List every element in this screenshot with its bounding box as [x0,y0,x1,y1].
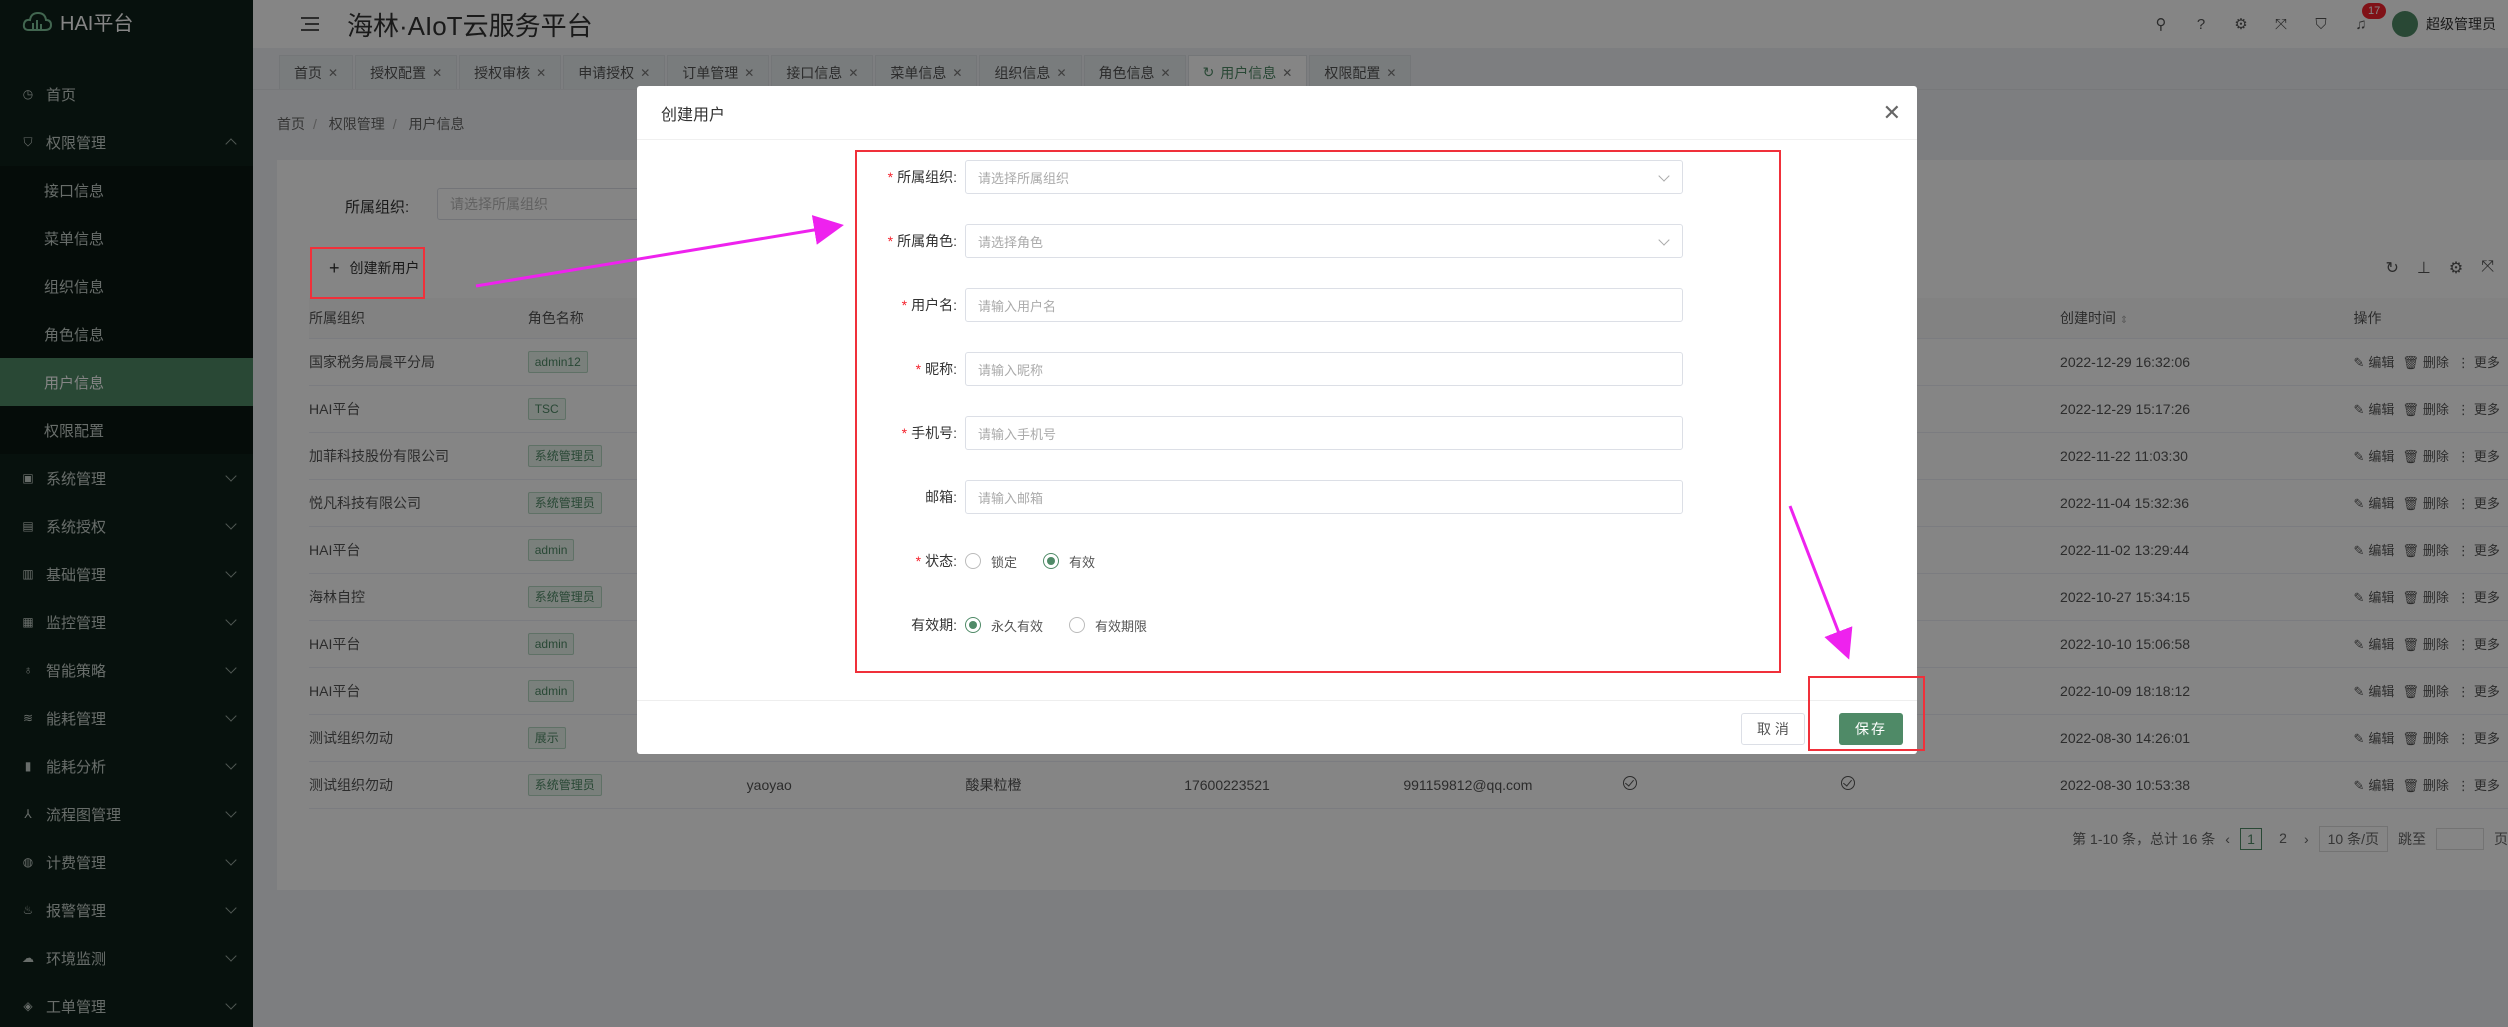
highlight-create-button [310,247,425,299]
close-icon[interactable]: ✕ [1883,100,1901,126]
modal-title: 创建用户 [661,106,726,124]
modal-header: 创建用户 [637,86,1917,140]
highlight-save-button [1808,676,1925,751]
cancel-button[interactable]: 取 消 [1741,713,1805,745]
highlight-form-area [855,150,1781,673]
modal-footer: 取 消 保存 [637,700,1917,754]
